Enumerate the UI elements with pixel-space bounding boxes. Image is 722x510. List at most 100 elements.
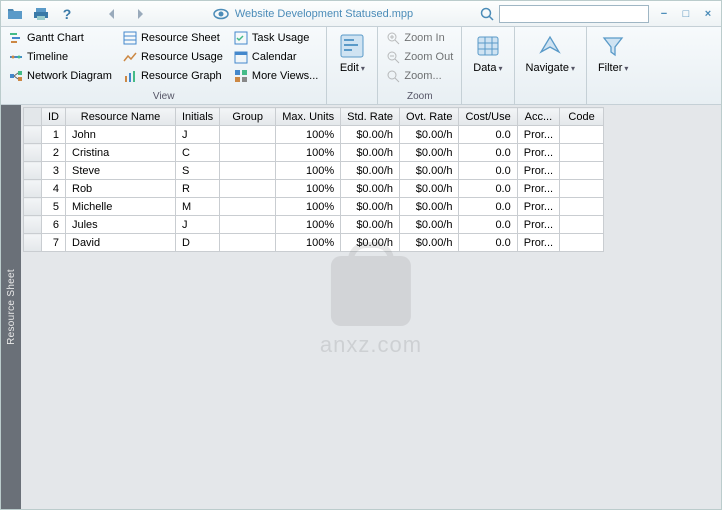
- cell[interactable]: $0.00/h: [400, 162, 459, 180]
- resource-sheet-button[interactable]: Resource Sheet: [119, 29, 227, 47]
- col-header[interactable]: Code: [560, 108, 604, 126]
- corner-header[interactable]: [24, 108, 42, 126]
- more-views-button[interactable]: More Views...: [230, 67, 322, 85]
- row-header[interactable]: [24, 126, 42, 144]
- cell[interactable]: J: [176, 216, 220, 234]
- table-row[interactable]: 2CristinaC100%$0.00/h$0.00/h0.0Pror...: [24, 144, 604, 162]
- network-diagram-button[interactable]: Network Diagram: [5, 67, 116, 85]
- cell[interactable]: [560, 144, 604, 162]
- cell[interactable]: 0.0: [459, 216, 517, 234]
- open-file-icon[interactable]: [7, 6, 23, 22]
- cell[interactable]: 100%: [276, 198, 341, 216]
- gantt-chart-button[interactable]: Gantt Chart: [5, 29, 116, 47]
- cell[interactable]: [220, 162, 276, 180]
- cell[interactable]: Pror...: [517, 144, 559, 162]
- cell[interactable]: R: [176, 180, 220, 198]
- cell[interactable]: 100%: [276, 144, 341, 162]
- col-header[interactable]: Initials: [176, 108, 220, 126]
- cell[interactable]: Michelle: [66, 198, 176, 216]
- row-header[interactable]: [24, 198, 42, 216]
- cell[interactable]: 0.0: [459, 126, 517, 144]
- cell[interactable]: 100%: [276, 234, 341, 252]
- resource-usage-button[interactable]: Resource Usage: [119, 48, 227, 66]
- col-header[interactable]: Resource Name: [66, 108, 176, 126]
- cell[interactable]: 0.0: [459, 234, 517, 252]
- cell[interactable]: 3: [42, 162, 66, 180]
- col-header[interactable]: Group: [220, 108, 276, 126]
- cell[interactable]: Pror...: [517, 162, 559, 180]
- cell[interactable]: D: [176, 234, 220, 252]
- row-header[interactable]: [24, 216, 42, 234]
- cell[interactable]: 100%: [276, 162, 341, 180]
- cell[interactable]: Pror...: [517, 180, 559, 198]
- cell[interactable]: S: [176, 162, 220, 180]
- col-header[interactable]: Ovt. Rate: [400, 108, 459, 126]
- cell[interactable]: Cristina: [66, 144, 176, 162]
- resource-grid[interactable]: IDResource NameInitialsGroupMax. UnitsSt…: [21, 105, 721, 509]
- search-icon[interactable]: [479, 6, 495, 22]
- cell[interactable]: [560, 216, 604, 234]
- maximize-button[interactable]: □: [679, 7, 693, 21]
- cell[interactable]: [560, 198, 604, 216]
- cell[interactable]: Rob: [66, 180, 176, 198]
- view-sidebar[interactable]: Resource Sheet: [1, 105, 21, 509]
- cell[interactable]: $0.00/h: [400, 198, 459, 216]
- table-row[interactable]: 6JulesJ100%$0.00/h$0.00/h0.0Pror...: [24, 216, 604, 234]
- col-header[interactable]: Std. Rate: [341, 108, 400, 126]
- row-header[interactable]: [24, 180, 42, 198]
- cell[interactable]: J: [176, 126, 220, 144]
- cell[interactable]: [220, 234, 276, 252]
- cell[interactable]: $0.00/h: [341, 162, 400, 180]
- table-row[interactable]: 3SteveS100%$0.00/h$0.00/h0.0Pror...: [24, 162, 604, 180]
- table-row[interactable]: 1JohnJ100%$0.00/h$0.00/h0.0Pror...: [24, 126, 604, 144]
- timeline-button[interactable]: Timeline: [5, 48, 116, 66]
- calendar-button[interactable]: Calendar: [230, 48, 322, 66]
- cell[interactable]: M: [176, 198, 220, 216]
- cell[interactable]: 6: [42, 216, 66, 234]
- row-header[interactable]: [24, 234, 42, 252]
- col-header[interactable]: Acc...: [517, 108, 559, 126]
- cell[interactable]: David: [66, 234, 176, 252]
- cell[interactable]: 0.0: [459, 198, 517, 216]
- cell[interactable]: Steve: [66, 162, 176, 180]
- cell[interactable]: Pror...: [517, 234, 559, 252]
- zoom-in-button[interactable]: Zoom In: [382, 29, 457, 47]
- cell[interactable]: $0.00/h: [400, 234, 459, 252]
- cell[interactable]: $0.00/h: [341, 126, 400, 144]
- cell[interactable]: [220, 216, 276, 234]
- cell[interactable]: Jules: [66, 216, 176, 234]
- minimize-button[interactable]: −: [657, 7, 671, 21]
- forward-arrow-icon[interactable]: [131, 6, 147, 22]
- cell[interactable]: 0.0: [459, 180, 517, 198]
- cell[interactable]: [220, 126, 276, 144]
- resource-graph-button[interactable]: Resource Graph: [119, 67, 227, 85]
- help-icon[interactable]: ?: [59, 6, 75, 22]
- cell[interactable]: $0.00/h: [400, 126, 459, 144]
- cell[interactable]: 0.0: [459, 162, 517, 180]
- edit-menu-button[interactable]: Edit▾: [331, 29, 373, 90]
- cell[interactable]: Pror...: [517, 198, 559, 216]
- cell[interactable]: $0.00/h: [341, 234, 400, 252]
- table-row[interactable]: 7DavidD100%$0.00/h$0.00/h0.0Pror...: [24, 234, 604, 252]
- close-button[interactable]: ×: [701, 7, 715, 21]
- cell[interactable]: [560, 180, 604, 198]
- row-header[interactable]: [24, 144, 42, 162]
- row-header[interactable]: [24, 162, 42, 180]
- cell[interactable]: 100%: [276, 180, 341, 198]
- col-header[interactable]: Max. Units: [276, 108, 341, 126]
- cell[interactable]: [560, 234, 604, 252]
- cell[interactable]: C: [176, 144, 220, 162]
- task-usage-button[interactable]: Task Usage: [230, 29, 322, 47]
- cell[interactable]: 100%: [276, 126, 341, 144]
- cell[interactable]: 100%: [276, 216, 341, 234]
- zoom-out-button[interactable]: Zoom Out: [382, 48, 457, 66]
- cell[interactable]: [560, 126, 604, 144]
- cell[interactable]: $0.00/h: [400, 216, 459, 234]
- filter-menu-button[interactable]: Filter▾: [591, 29, 635, 90]
- cell[interactable]: 1: [42, 126, 66, 144]
- search-input[interactable]: [499, 5, 649, 23]
- col-header[interactable]: ID: [42, 108, 66, 126]
- data-menu-button[interactable]: Data▾: [466, 29, 509, 90]
- table-row[interactable]: 4RobR100%$0.00/h$0.00/h0.0Pror...: [24, 180, 604, 198]
- table-row[interactable]: 5MichelleM100%$0.00/h$0.00/h0.0Pror...: [24, 198, 604, 216]
